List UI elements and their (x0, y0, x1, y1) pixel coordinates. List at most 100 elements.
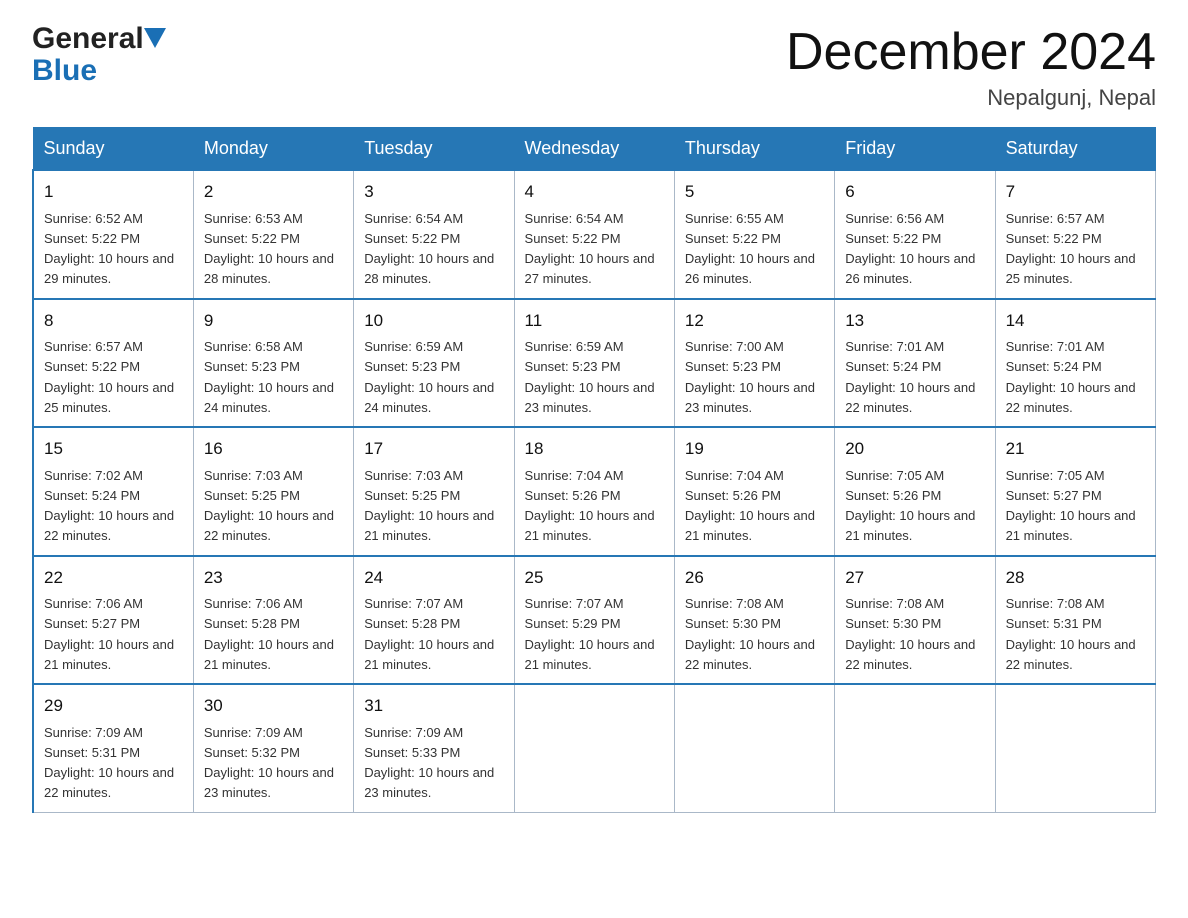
calendar-cell: 30 Sunrise: 7:09 AMSunset: 5:32 PMDaylig… (193, 684, 353, 812)
day-info: Sunrise: 7:00 AMSunset: 5:23 PMDaylight:… (685, 339, 815, 415)
day-info: Sunrise: 6:54 AMSunset: 5:22 PMDaylight:… (525, 211, 655, 287)
calendar-subtitle: Nepalgunj, Nepal (786, 85, 1156, 111)
day-number: 3 (364, 179, 503, 205)
day-info: Sunrise: 6:54 AMSunset: 5:22 PMDaylight:… (364, 211, 494, 287)
day-number: 19 (685, 436, 824, 462)
day-info: Sunrise: 7:09 AMSunset: 5:33 PMDaylight:… (364, 725, 494, 801)
calendar-cell: 15 Sunrise: 7:02 AMSunset: 5:24 PMDaylig… (33, 427, 193, 556)
day-info: Sunrise: 7:08 AMSunset: 5:30 PMDaylight:… (685, 596, 815, 672)
calendar-week-row: 8 Sunrise: 6:57 AMSunset: 5:22 PMDayligh… (33, 299, 1156, 428)
title-block: December 2024 Nepalgunj, Nepal (786, 24, 1156, 111)
header-sunday: Sunday (33, 128, 193, 171)
day-info: Sunrise: 7:06 AMSunset: 5:28 PMDaylight:… (204, 596, 334, 672)
day-info: Sunrise: 7:09 AMSunset: 5:32 PMDaylight:… (204, 725, 334, 801)
calendar-cell: 29 Sunrise: 7:09 AMSunset: 5:31 PMDaylig… (33, 684, 193, 812)
calendar-cell (835, 684, 995, 812)
calendar-cell: 5 Sunrise: 6:55 AMSunset: 5:22 PMDayligh… (674, 170, 834, 299)
day-number: 20 (845, 436, 984, 462)
day-number: 12 (685, 308, 824, 334)
day-info: Sunrise: 7:01 AMSunset: 5:24 PMDaylight:… (845, 339, 975, 415)
calendar-week-row: 22 Sunrise: 7:06 AMSunset: 5:27 PMDaylig… (33, 556, 1156, 685)
day-number: 25 (525, 565, 664, 591)
calendar-cell: 19 Sunrise: 7:04 AMSunset: 5:26 PMDaylig… (674, 427, 834, 556)
day-number: 14 (1006, 308, 1145, 334)
day-number: 4 (525, 179, 664, 205)
day-info: Sunrise: 6:59 AMSunset: 5:23 PMDaylight:… (364, 339, 494, 415)
calendar-cell: 21 Sunrise: 7:05 AMSunset: 5:27 PMDaylig… (995, 427, 1155, 556)
day-info: Sunrise: 6:57 AMSunset: 5:22 PMDaylight:… (1006, 211, 1136, 287)
day-number: 24 (364, 565, 503, 591)
calendar-cell: 10 Sunrise: 6:59 AMSunset: 5:23 PMDaylig… (354, 299, 514, 428)
day-number: 7 (1006, 179, 1145, 205)
calendar-cell: 9 Sunrise: 6:58 AMSunset: 5:23 PMDayligh… (193, 299, 353, 428)
day-number: 11 (525, 308, 664, 334)
logo-text-general: General (32, 24, 144, 54)
calendar-cell: 6 Sunrise: 6:56 AMSunset: 5:22 PMDayligh… (835, 170, 995, 299)
day-info: Sunrise: 7:02 AMSunset: 5:24 PMDaylight:… (44, 468, 174, 544)
header-wednesday: Wednesday (514, 128, 674, 171)
calendar-cell: 18 Sunrise: 7:04 AMSunset: 5:26 PMDaylig… (514, 427, 674, 556)
calendar-cell (995, 684, 1155, 812)
day-number: 16 (204, 436, 343, 462)
day-info: Sunrise: 7:08 AMSunset: 5:31 PMDaylight:… (1006, 596, 1136, 672)
day-number: 18 (525, 436, 664, 462)
calendar-cell (514, 684, 674, 812)
day-number: 27 (845, 565, 984, 591)
calendar-cell: 12 Sunrise: 7:00 AMSunset: 5:23 PMDaylig… (674, 299, 834, 428)
calendar-cell: 13 Sunrise: 7:01 AMSunset: 5:24 PMDaylig… (835, 299, 995, 428)
header-monday: Monday (193, 128, 353, 171)
calendar-cell: 24 Sunrise: 7:07 AMSunset: 5:28 PMDaylig… (354, 556, 514, 685)
calendar-cell: 16 Sunrise: 7:03 AMSunset: 5:25 PMDaylig… (193, 427, 353, 556)
logo: General Blue (32, 24, 166, 88)
header-thursday: Thursday (674, 128, 834, 171)
day-info: Sunrise: 7:03 AMSunset: 5:25 PMDaylight:… (364, 468, 494, 544)
day-number: 22 (44, 565, 183, 591)
day-info: Sunrise: 7:08 AMSunset: 5:30 PMDaylight:… (845, 596, 975, 672)
day-info: Sunrise: 6:57 AMSunset: 5:22 PMDaylight:… (44, 339, 174, 415)
day-info: Sunrise: 6:59 AMSunset: 5:23 PMDaylight:… (525, 339, 655, 415)
day-info: Sunrise: 7:07 AMSunset: 5:29 PMDaylight:… (525, 596, 655, 672)
day-number: 28 (1006, 565, 1145, 591)
calendar-cell: 7 Sunrise: 6:57 AMSunset: 5:22 PMDayligh… (995, 170, 1155, 299)
day-number: 6 (845, 179, 984, 205)
calendar-header-row: Sunday Monday Tuesday Wednesday Thursday… (33, 128, 1156, 171)
day-number: 31 (364, 693, 503, 719)
logo-text-blue: Blue (32, 54, 97, 88)
day-info: Sunrise: 7:09 AMSunset: 5:31 PMDaylight:… (44, 725, 174, 801)
calendar-cell: 2 Sunrise: 6:53 AMSunset: 5:22 PMDayligh… (193, 170, 353, 299)
day-info: Sunrise: 7:05 AMSunset: 5:27 PMDaylight:… (1006, 468, 1136, 544)
day-number: 15 (44, 436, 183, 462)
day-info: Sunrise: 6:52 AMSunset: 5:22 PMDaylight:… (44, 211, 174, 287)
day-info: Sunrise: 7:07 AMSunset: 5:28 PMDaylight:… (364, 596, 494, 672)
calendar-cell: 17 Sunrise: 7:03 AMSunset: 5:25 PMDaylig… (354, 427, 514, 556)
calendar-week-row: 15 Sunrise: 7:02 AMSunset: 5:24 PMDaylig… (33, 427, 1156, 556)
day-number: 10 (364, 308, 503, 334)
day-number: 9 (204, 308, 343, 334)
calendar-cell: 31 Sunrise: 7:09 AMSunset: 5:33 PMDaylig… (354, 684, 514, 812)
day-info: Sunrise: 6:53 AMSunset: 5:22 PMDaylight:… (204, 211, 334, 287)
calendar-cell: 28 Sunrise: 7:08 AMSunset: 5:31 PMDaylig… (995, 556, 1155, 685)
day-info: Sunrise: 7:04 AMSunset: 5:26 PMDaylight:… (525, 468, 655, 544)
day-info: Sunrise: 7:04 AMSunset: 5:26 PMDaylight:… (685, 468, 815, 544)
page-header: General Blue December 2024 Nepalgunj, Ne… (32, 24, 1156, 111)
day-number: 29 (44, 693, 183, 719)
day-number: 17 (364, 436, 503, 462)
header-tuesday: Tuesday (354, 128, 514, 171)
day-number: 30 (204, 693, 343, 719)
calendar-cell (674, 684, 834, 812)
calendar-cell: 4 Sunrise: 6:54 AMSunset: 5:22 PMDayligh… (514, 170, 674, 299)
calendar-cell: 1 Sunrise: 6:52 AMSunset: 5:22 PMDayligh… (33, 170, 193, 299)
calendar-week-row: 1 Sunrise: 6:52 AMSunset: 5:22 PMDayligh… (33, 170, 1156, 299)
calendar-cell: 3 Sunrise: 6:54 AMSunset: 5:22 PMDayligh… (354, 170, 514, 299)
day-number: 23 (204, 565, 343, 591)
day-info: Sunrise: 7:03 AMSunset: 5:25 PMDaylight:… (204, 468, 334, 544)
calendar-cell: 11 Sunrise: 6:59 AMSunset: 5:23 PMDaylig… (514, 299, 674, 428)
calendar-cell: 20 Sunrise: 7:05 AMSunset: 5:26 PMDaylig… (835, 427, 995, 556)
day-info: Sunrise: 6:56 AMSunset: 5:22 PMDaylight:… (845, 211, 975, 287)
day-info: Sunrise: 7:01 AMSunset: 5:24 PMDaylight:… (1006, 339, 1136, 415)
calendar-week-row: 29 Sunrise: 7:09 AMSunset: 5:31 PMDaylig… (33, 684, 1156, 812)
day-number: 21 (1006, 436, 1145, 462)
day-number: 13 (845, 308, 984, 334)
calendar-cell: 22 Sunrise: 7:06 AMSunset: 5:27 PMDaylig… (33, 556, 193, 685)
header-saturday: Saturday (995, 128, 1155, 171)
